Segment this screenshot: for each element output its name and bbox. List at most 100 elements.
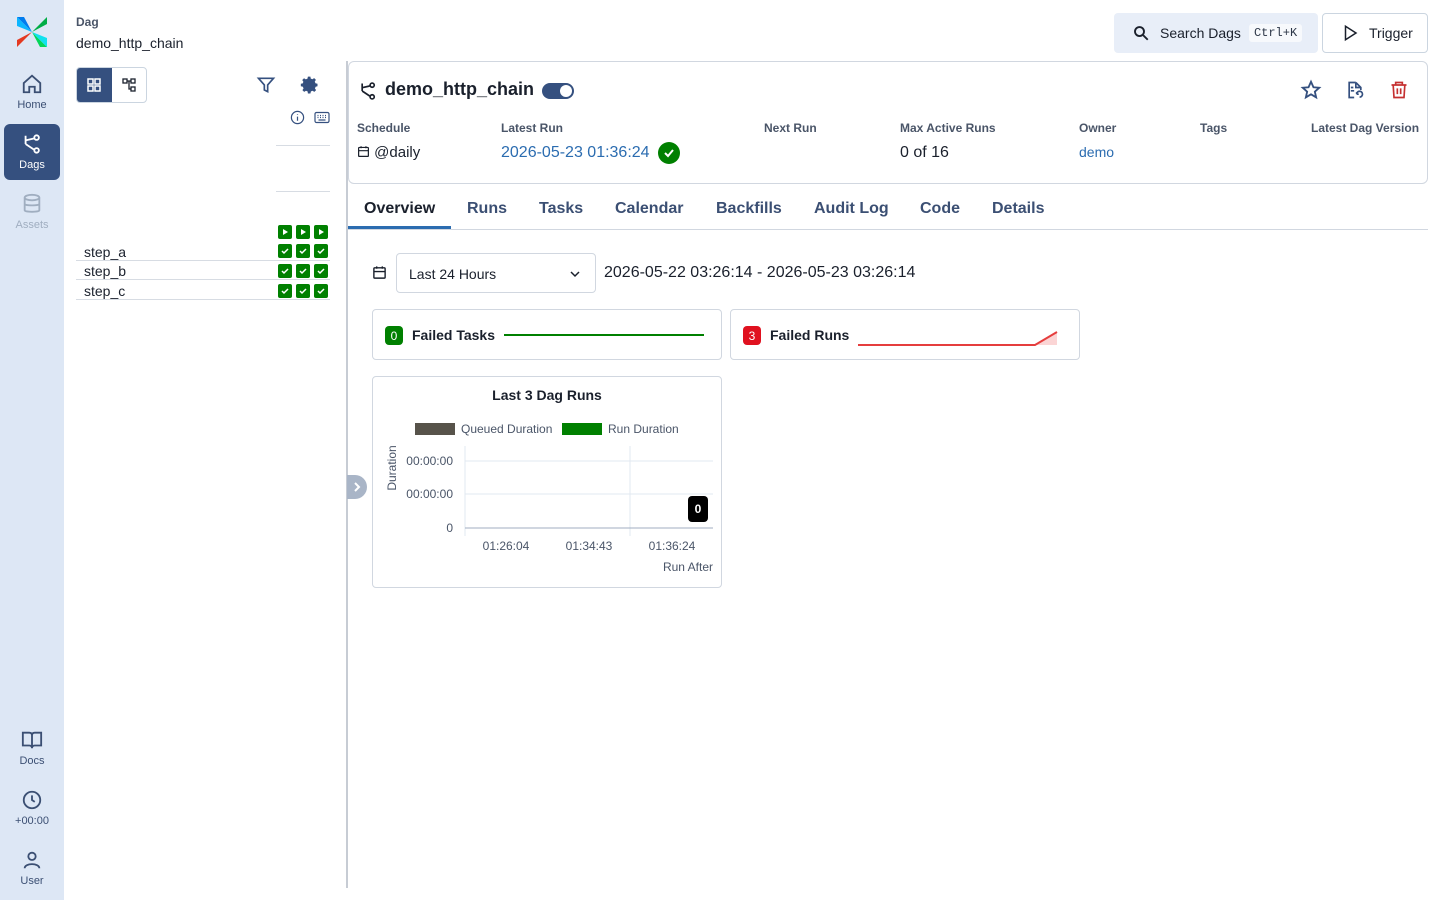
breadcrumb-dag-name[interactable]: demo_http_chain	[76, 35, 183, 51]
chevron-right-icon	[354, 482, 361, 492]
trigger-button[interactable]: Trigger	[1322, 13, 1428, 53]
task-instance-cell[interactable]	[314, 264, 328, 278]
search-icon	[1134, 26, 1149, 41]
tab-overview[interactable]: Overview	[364, 200, 435, 218]
info-button[interactable]	[289, 109, 305, 125]
task-name[interactable]: step_c	[84, 283, 125, 299]
check-icon	[281, 288, 289, 295]
delete-dag-button[interactable]	[1386, 77, 1412, 103]
owner-label: Owner	[1079, 121, 1117, 135]
task-instance-cell[interactable]	[296, 244, 310, 258]
view-mode-toggle	[76, 67, 147, 103]
schedule-label: Schedule	[357, 121, 411, 135]
failed-tasks-card[interactable]: 0 Failed Tasks	[372, 309, 722, 360]
star-icon	[1300, 79, 1322, 100]
owner-link[interactable]: demo	[1079, 144, 1114, 160]
tags-label: Tags	[1200, 121, 1228, 135]
run-cell[interactable]	[296, 225, 310, 239]
reparse-dag-button[interactable]	[1342, 77, 1368, 103]
breadcrumb-label: Dag	[76, 15, 99, 29]
run-cell[interactable]	[278, 225, 292, 239]
chart-title: Last 3 Dag Runs	[492, 387, 602, 403]
tab-runs[interactable]: Runs	[467, 200, 507, 218]
failed-runs-sparkline	[858, 331, 1058, 346]
collapse-panel-button[interactable]	[347, 475, 367, 499]
search-shortcut: Ctrl+K	[1248, 24, 1303, 42]
nav-assets-label: Assets	[15, 219, 49, 231]
settings-button[interactable]	[298, 73, 322, 97]
time-range-text: 2026-05-22 03:26:14 - 2026-05-23 03:26:1…	[604, 264, 916, 281]
chevron-down-icon	[570, 271, 580, 278]
tab-details[interactable]: Details	[992, 200, 1044, 218]
check-icon	[664, 149, 674, 158]
check-icon	[281, 268, 289, 275]
nav-home-label: Home	[17, 99, 47, 111]
failed-runs-card[interactable]: 3 Failed Runs	[730, 309, 1080, 360]
latest-dag-version-label: Latest Dag Version	[1311, 121, 1420, 135]
keyboard-shortcuts-button[interactable]	[313, 109, 331, 125]
latest-run-link[interactable]: 2026-05-23 01:36:24	[501, 144, 650, 162]
play-icon	[283, 229, 288, 235]
play-icon	[319, 229, 324, 235]
nav-docs[interactable]: Docs	[4, 720, 60, 776]
file-refresh-icon	[1348, 81, 1364, 99]
task-name[interactable]: step_b	[84, 263, 126, 279]
calendar-icon	[358, 146, 369, 157]
active-tab-indicator	[348, 226, 451, 229]
nav-home[interactable]: Home	[4, 64, 60, 120]
task-instance-cell[interactable]	[314, 244, 328, 258]
clock-icon	[22, 790, 42, 810]
legend-queued-swatch[interactable]	[415, 423, 455, 435]
trigger-label: Trigger	[1369, 25, 1413, 41]
dag-runs-chart: Last 3 Dag Runs Queued Duration Run Dura…	[385, 387, 713, 574]
nav-timezone[interactable]: +00:00	[4, 780, 60, 836]
play-icon	[1344, 24, 1358, 42]
tab-calendar[interactable]: Calendar	[615, 200, 683, 218]
task-instance-cell[interactable]	[296, 264, 310, 278]
dag-tabs: Overview Runs Tasks Calendar Backfills A…	[348, 190, 1428, 230]
failed-tasks-sparkline	[504, 334, 704, 336]
task-instance-cell[interactable]	[314, 284, 328, 298]
check-icon	[317, 248, 325, 255]
airflow-logo-icon[interactable]	[14, 14, 50, 50]
user-icon	[23, 851, 41, 869]
max-active-runs-value: 0 of 16	[900, 144, 949, 161]
tab-audit-log[interactable]: Audit Log	[814, 200, 889, 218]
y-tick-label: 00:00:00	[406, 454, 453, 468]
info-icon	[290, 110, 304, 124]
grid-icon	[87, 78, 101, 92]
nav-dags[interactable]: Dags	[4, 124, 60, 180]
nav-dags-label: Dags	[19, 159, 45, 171]
legend-queued-label: Queued Duration	[461, 422, 552, 436]
nav-docs-label: Docs	[19, 755, 45, 767]
nav-user[interactable]: User	[4, 840, 60, 896]
schedule-value: @daily	[357, 144, 420, 161]
task-instance-cell[interactable]	[278, 284, 292, 298]
chart-tooltip-value: 0	[695, 502, 702, 516]
tab-tasks[interactable]: Tasks	[539, 200, 583, 218]
time-range-value: Last 24 Hours	[409, 266, 497, 282]
search-dags-label: Search Dags	[1160, 25, 1241, 41]
task-name[interactable]: step_a	[84, 244, 126, 260]
pause-toggle[interactable]	[542, 83, 574, 99]
task-instance-cell[interactable]	[278, 244, 292, 258]
x-tick-label: 01:34:43	[566, 539, 613, 553]
time-range-select[interactable]: Last 24 Hours	[396, 253, 596, 293]
dags-icon	[361, 82, 376, 100]
run-cell[interactable]	[314, 225, 328, 239]
grid-view-button[interactable]	[77, 68, 112, 102]
filter-button[interactable]	[254, 73, 278, 97]
search-dags-button[interactable]: Search Dags Ctrl+K	[1114, 13, 1318, 53]
graph-view-button[interactable]	[112, 68, 147, 102]
legend-run-swatch[interactable]	[562, 423, 602, 435]
tab-code[interactable]: Code	[920, 200, 960, 218]
side-navigation: Home Dags Assets Docs +00:00 User	[0, 0, 64, 900]
task-instance-cell[interactable]	[296, 284, 310, 298]
nav-timezone-label: +00:00	[15, 815, 49, 827]
filter-icon	[256, 77, 276, 94]
tab-backfills[interactable]: Backfills	[716, 200, 782, 218]
max-active-runs-label: Max Active Runs	[900, 121, 996, 135]
task-instance-cell[interactable]	[278, 264, 292, 278]
nav-assets[interactable]: Assets	[4, 184, 60, 240]
favorite-button[interactable]	[1298, 77, 1324, 103]
